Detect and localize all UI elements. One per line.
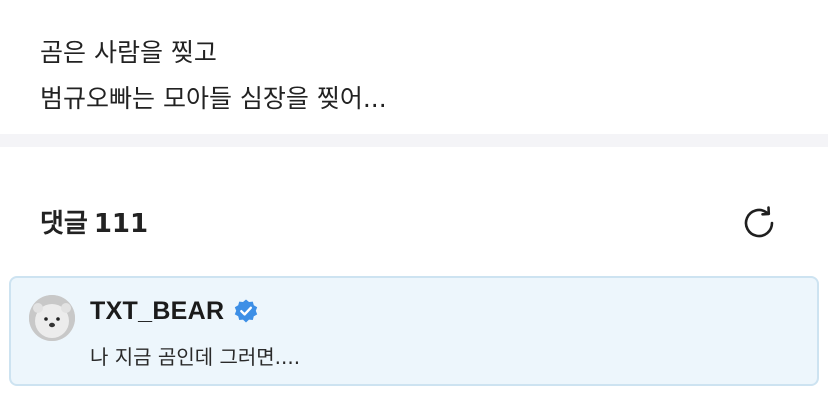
comment-author: TXT_BEAR: [90, 294, 259, 328]
post-body: 곰은 사람을 찢고 범규오빠는 모아들 심장을 찢어...: [0, 0, 828, 134]
avatar[interactable]: [29, 295, 75, 341]
comments-title: 댓글 111: [40, 204, 148, 244]
comments-count: 111: [93, 209, 149, 239]
refresh-button[interactable]: [736, 202, 782, 248]
section-divider: [0, 134, 828, 147]
comment-card[interactable]: TXT_BEAR 나 지금 곰인데 그러면....: [9, 276, 819, 386]
refresh-icon: [739, 203, 779, 247]
post-text-line-1: 곰은 사람을 찢고: [40, 38, 217, 67]
bear-avatar-icon: [29, 295, 75, 341]
author-name[interactable]: TXT_BEAR: [90, 294, 224, 328]
comments-label: 댓글: [40, 209, 88, 239]
comment-text: 나 지금 곰인데 그러면....: [90, 345, 301, 369]
post-detail-page: 곰은 사람을 찢고 범규오빠는 모아들 심장을 찢어... 댓글 111 TXT…: [0, 0, 828, 402]
post-text-line-2: 범규오빠는 모아들 심장을 찢어...: [40, 84, 387, 113]
comments-header: 댓글 111: [0, 196, 828, 252]
verified-badge-icon: [233, 298, 259, 324]
